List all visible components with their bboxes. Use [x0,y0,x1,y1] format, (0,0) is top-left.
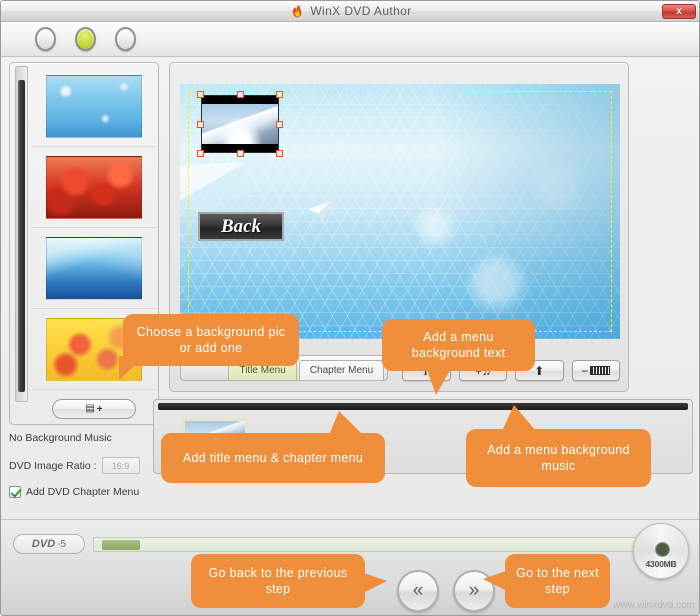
watermark: www.winxdvd.com [613,600,695,611]
disc-capacity-bar [93,537,653,552]
step-indicator-3[interactable] [115,27,136,51]
menu-back-label: Back [221,216,261,238]
chevron-left-icon: « [413,580,424,602]
callout-choose-background: Choose a background pic or add one [123,314,299,366]
selected-chapter-thumbnail[interactable] [201,95,279,153]
callout-add-background-music: Add a menu background music [466,429,651,487]
disc-capacity-fill [102,540,140,550]
disc-capacity-icon: 4300MB [633,523,689,579]
step-indicator-bar [1,22,700,57]
plus-icon: + [97,404,103,415]
callout-text: Choose a background pic or add one [133,324,289,356]
resize-handle-top-left[interactable] [197,91,204,98]
filmstrip-rail [158,403,688,410]
callout-previous-step: Go back to the previous step [191,554,365,608]
menu-preview-stage[interactable]: Back [180,84,620,339]
chapter-thumbnail-image [201,95,279,153]
add-image-icon: ▤ [85,404,94,414]
background-music-status: No Background Music [9,432,159,444]
previous-step-button[interactable]: « [397,570,439,612]
step-indicator-2[interactable] [75,27,96,51]
callout-tail [329,411,363,435]
window-title: WinX DVD Author [310,4,411,18]
callout-tail [483,570,509,592]
resize-handle-middle-left[interactable] [197,121,204,128]
step-indicator-1[interactable] [35,27,56,51]
resize-handle-top-center[interactable] [237,91,244,98]
callout-next-step: Go to the next step [505,554,610,608]
resize-handle-bottom-right[interactable] [276,150,283,157]
image-ratio-label: DVD Image Ratio : [9,460,97,472]
callout-tail [502,405,536,431]
callout-add-menu-text: Add a menu background text [382,319,535,371]
callout-tail [119,356,145,380]
callout-add-title-chapter-menu: Add title menu & chapter menu [161,433,385,483]
dvd-type-label: DVD [32,538,55,550]
add-background-row: ▤ + [32,399,156,419]
chapter-menu-checkbox[interactable] [9,486,21,498]
thumbnail-image [46,237,142,300]
chapter-menu-row[interactable]: Add DVD Chapter Menu [9,486,159,498]
chapter-menu-label: Add DVD Chapter Menu [26,486,139,498]
callout-text: Go to the next step [515,565,600,597]
options-panel: No Background Music DVD Image Ratio : 16… [9,432,159,498]
callout-text: Go back to the previous step [201,565,355,597]
callout-text: Add a menu background text [392,329,525,361]
flame-icon [290,4,304,18]
resize-handle-middle-right[interactable] [276,121,283,128]
callout-text: Add a menu background music [476,442,641,474]
image-ratio-select[interactable]: 16:9 [102,457,140,474]
thumbnail-image [46,156,142,219]
callout-text: Add title menu & chapter menu [183,450,363,466]
chevron-right-icon: » [469,580,480,602]
remove-strip-icon [590,366,610,375]
dvd-type-badge: DVD-5 [13,534,85,554]
dvd-type-suffix: -5 [57,539,66,550]
close-icon[interactable]: x [662,4,696,19]
callout-tail [361,572,387,594]
disc-capacity-label: 4300MB [646,559,677,569]
background-list-scrollbar[interactable] [15,66,28,402]
resize-handle-bottom-left[interactable] [197,150,204,157]
background-thumbnail-blue-water[interactable] [32,66,156,147]
add-background-button[interactable]: ▤ + [52,399,136,419]
application-window: WinX DVD Author x [0,0,700,616]
background-thumbnail-red-flowers[interactable] [32,147,156,228]
up-arrow-icon: ⬆ [534,364,544,378]
title-bar: WinX DVD Author x [1,1,700,22]
resize-handle-bottom-center[interactable] [237,150,244,157]
callout-tail [426,367,452,395]
menu-back-button[interactable]: Back [198,212,284,241]
remove-button[interactable]: − [572,360,620,381]
tab-chapter-menu[interactable]: Chapter Menu [299,360,384,380]
background-thumbnail-blue-gradient[interactable] [32,228,156,309]
resize-handle-top-right[interactable] [276,91,283,98]
image-ratio-row: DVD Image Ratio : 16:9 [9,457,159,474]
thumbnail-image [46,75,142,138]
minus-icon: − [581,364,588,378]
scrollbar-thumb[interactable] [18,80,25,392]
title-group: WinX DVD Author [290,4,411,18]
